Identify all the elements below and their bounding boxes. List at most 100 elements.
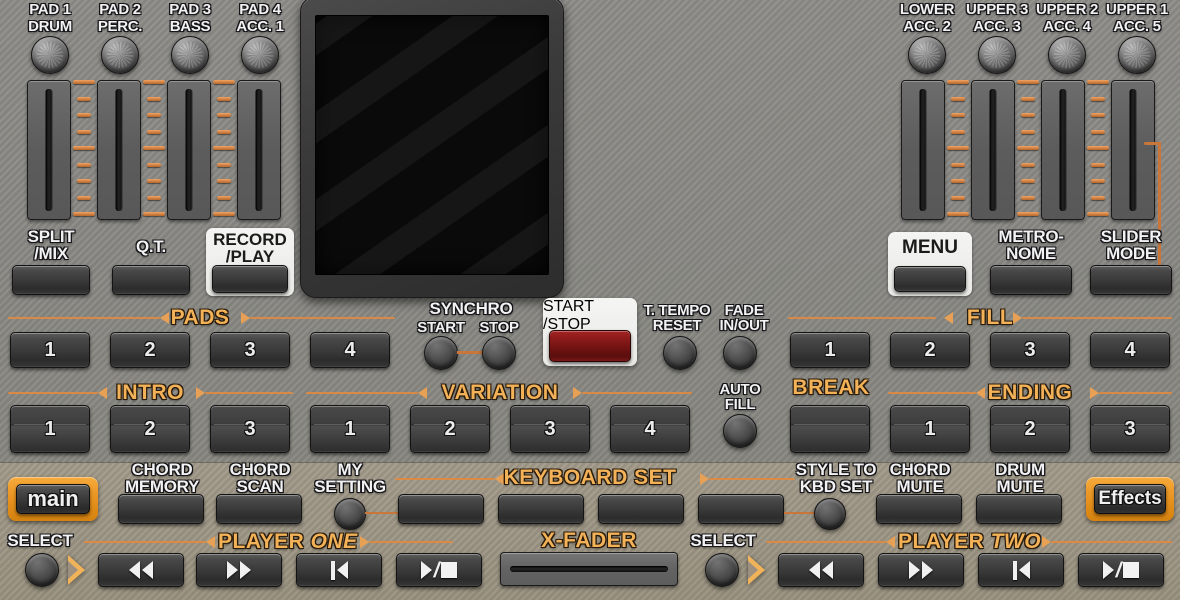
synchro-stop-knob[interactable] [482, 336, 516, 370]
ending-button-3[interactable]: 3 [1090, 405, 1170, 453]
variation-button-4[interactable]: 4 [610, 405, 690, 453]
intro-button-1[interactable]: 1 [10, 405, 90, 453]
qt-label: Q.T. [136, 237, 166, 256]
ending-button-1[interactable]: 1 [890, 405, 970, 453]
break-section-title: BREAK [792, 376, 870, 399]
pad-button-4[interactable]: 4 [310, 332, 390, 368]
slider-label-pad3: PAD 3 [169, 1, 211, 18]
slider-tick [951, 163, 965, 167]
slider-tick [1087, 80, 1109, 84]
slider-tick [143, 146, 165, 150]
synchro-start-knob[interactable] [424, 336, 458, 370]
slider-knob-pad1[interactable] [31, 36, 69, 74]
previous-track-icon [1012, 560, 1030, 580]
slider-tick [947, 80, 969, 84]
slider-label-pad1: PAD 1 [29, 1, 71, 18]
slider-lower[interactable] [901, 80, 945, 220]
player-one-forward-button[interactable] [196, 553, 282, 587]
slider-upper1[interactable] [1111, 80, 1155, 220]
effects-button[interactable]: Effects [1086, 477, 1174, 521]
qt-button[interactable] [112, 265, 190, 295]
fade-in-out-knob[interactable] [723, 336, 757, 370]
ending-rule-right [1099, 392, 1172, 394]
slider-tick [77, 196, 91, 200]
player-two-rule-right [1051, 541, 1172, 543]
player-one-select-knob[interactable] [25, 553, 59, 587]
slider-knob-upper2[interactable] [1048, 36, 1086, 74]
player-two-select-knob[interactable] [705, 553, 739, 587]
slider-knob-upper3[interactable] [978, 36, 1016, 74]
slider-tick [73, 80, 95, 84]
start-stop-button[interactable] [549, 330, 631, 362]
keyboard-set-button-4[interactable] [698, 494, 784, 524]
record-play-label: RECORD /PLAY [213, 230, 287, 267]
slider-mode-label: SLIDER MODE [1100, 227, 1162, 264]
break-button[interactable] [790, 405, 870, 453]
my-setting-knob[interactable] [334, 498, 366, 530]
style-to-kbd-set-knob[interactable] [814, 498, 846, 530]
pad-button-2[interactable]: 2 [110, 332, 190, 368]
variation-button-1[interactable]: 1 [310, 405, 390, 453]
player-one-previous-button[interactable] [296, 553, 382, 587]
slider-tick [147, 163, 161, 167]
menu-button[interactable] [894, 266, 966, 292]
pad-button-1[interactable]: 1 [10, 332, 90, 368]
slider-mode-button[interactable] [1090, 265, 1172, 295]
xfader-slider[interactable] [500, 552, 678, 586]
intro-button-3[interactable]: 3 [210, 405, 290, 453]
pads-rule-left [8, 317, 160, 319]
keyboard-set-button-2[interactable] [498, 494, 584, 524]
fill-button-3[interactable]: 3 [990, 332, 1070, 368]
chord-memory-button[interactable] [118, 494, 204, 524]
player-two-previous-button[interactable] [978, 553, 1064, 587]
slider-tick [213, 212, 235, 216]
slider-tick [147, 130, 161, 134]
ending-arrow-right-icon [1090, 387, 1099, 399]
slider-upper3[interactable] [971, 80, 1015, 220]
intro-arrow-right-icon [196, 387, 205, 399]
keyboard-set-button-1[interactable] [398, 494, 484, 524]
fill-button-2[interactable]: 2 [890, 332, 970, 368]
play-stop-icon: / [420, 560, 458, 581]
fill-button-1[interactable]: 1 [790, 332, 870, 368]
slider-scale-lower [946, 80, 972, 220]
pads-arrow-left-icon [160, 312, 169, 324]
slider-tick [1021, 163, 1035, 167]
auto-fill-label: AUTO FILL [719, 381, 761, 414]
slider-tick [1021, 113, 1035, 117]
slider-pad1[interactable] [27, 80, 71, 220]
drum-mute-button[interactable] [976, 494, 1062, 524]
record-play-button[interactable] [212, 265, 288, 293]
metronome-button[interactable] [990, 265, 1072, 295]
slider-knob-pad2[interactable] [101, 36, 139, 74]
chord-mute-button[interactable] [876, 494, 962, 524]
pad-button-3[interactable]: 3 [210, 332, 290, 368]
slider-pad3[interactable] [167, 80, 211, 220]
slider-tick [217, 130, 231, 134]
slider-knob-upper1[interactable] [1118, 36, 1156, 74]
slider-pad2[interactable] [97, 80, 141, 220]
auto-fill-knob[interactable] [723, 414, 757, 448]
keyboard-set-button-3[interactable] [598, 494, 684, 524]
player-one-rule-left [84, 541, 206, 543]
main-button[interactable]: main [8, 477, 98, 521]
variation-button-2[interactable]: 2 [410, 405, 490, 453]
intro-button-2[interactable]: 2 [110, 405, 190, 453]
player-one-play-stop-button[interactable]: / [396, 553, 482, 587]
slider-upper2[interactable] [1041, 80, 1085, 220]
player-two-forward-button[interactable] [878, 553, 964, 587]
ending-button-2[interactable]: 2 [990, 405, 1070, 453]
fill-button-4[interactable]: 4 [1090, 332, 1170, 368]
player-one-rewind-button[interactable] [98, 553, 184, 587]
tap-tempo-knob[interactable] [663, 336, 697, 370]
variation-button-3[interactable]: 3 [510, 405, 590, 453]
slider-knob-lower[interactable] [908, 36, 946, 74]
chord-scan-button[interactable] [216, 494, 302, 524]
player-two-rewind-button[interactable] [778, 553, 864, 587]
main-display[interactable] [315, 15, 549, 275]
split-mix-button[interactable] [12, 265, 90, 295]
slider-knob-pad3[interactable] [171, 36, 209, 74]
player-two-play-stop-button[interactable]: / [1078, 553, 1164, 587]
slider-pad4[interactable] [237, 80, 281, 220]
slider-knob-pad4[interactable] [241, 36, 279, 74]
